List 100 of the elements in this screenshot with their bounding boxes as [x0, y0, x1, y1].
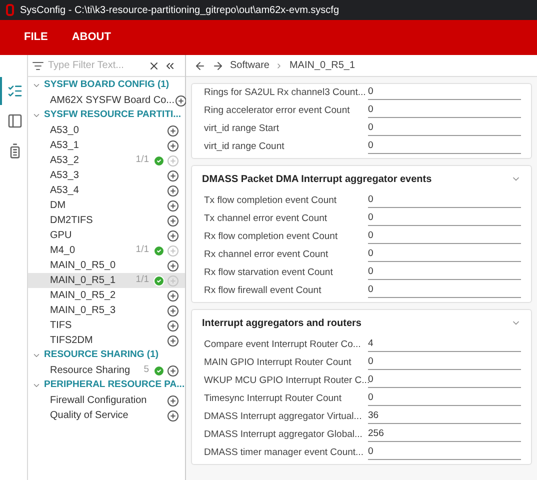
menu-item[interactable]: FILE [24, 29, 48, 46]
sidebar-item[interactable]: MAIN_0_R5_2 [28, 288, 185, 303]
value-field[interactable]: 0 [368, 392, 521, 406]
add-icon[interactable] [167, 184, 179, 196]
value-field[interactable]: 0 [368, 266, 521, 280]
item-label: MAIN_0_R5_3 [50, 304, 116, 318]
sidebar-item[interactable]: M4_0 1/1 [28, 243, 185, 258]
sidebar-item[interactable]: DM [28, 198, 185, 213]
field-label: DMASS Interrupt aggregator Global... [204, 428, 364, 442]
field-label: virt_id range Count [204, 140, 286, 154]
group-header[interactable]: SYSFW BOARD CONFIG (1) [28, 78, 185, 93]
add-icon[interactable] [167, 320, 179, 332]
value-field[interactable]: 36 [368, 410, 521, 424]
item-label: TIFS [50, 319, 72, 333]
field-label: DMASS Interrupt aggregator Virtual... [204, 410, 363, 424]
item-label: A53_2 [50, 154, 79, 168]
add-icon[interactable] [167, 394, 179, 406]
value-field[interactable]: 0 [368, 248, 521, 262]
value-field[interactable]: 256 [368, 428, 521, 442]
sidebar-item[interactable]: A53_4 [28, 183, 185, 198]
sidebar-item[interactable]: TIFS2DM [28, 333, 185, 348]
add-icon[interactable] [167, 140, 179, 152]
section-title: Interrupt aggregators and routers [202, 316, 362, 330]
item-label: DM [50, 199, 66, 213]
item-label: Firewall Configuration [50, 394, 147, 408]
item-count: 1/1 [136, 243, 149, 258]
item-count: 5 [144, 363, 149, 378]
value-field[interactable]: 0 [368, 230, 521, 244]
sidebar-item[interactable]: A53_3 [28, 168, 185, 183]
group-title: SYSFW RESOURCE PARTITI... [44, 108, 182, 122]
value-field[interactable]: 0 [368, 86, 521, 100]
back-icon[interactable] [194, 60, 206, 72]
value-field[interactable]: 0 [368, 194, 521, 208]
field-label: Rings for SA2UL Rx channel3 Count... [204, 86, 367, 100]
sidebar-item[interactable]: DM2TIFS [28, 213, 185, 228]
add-icon[interactable] [167, 364, 179, 376]
item-label: MAIN_0_R5_0 [50, 259, 116, 273]
value-field[interactable]: 0 [368, 446, 521, 460]
field-label: Ring accelerator error event Count [204, 104, 351, 118]
item-label: GPU [50, 229, 72, 243]
add-icon[interactable] [167, 290, 179, 302]
add-icon[interactable] [167, 334, 179, 346]
item-label: A53_1 [50, 139, 79, 153]
value-field[interactable]: 0 [368, 284, 521, 298]
sidebar-item[interactable]: AM62X SYSFW Board Co... [28, 93, 185, 108]
add-icon[interactable] [167, 304, 179, 316]
value-field[interactable]: 0 [368, 140, 521, 154]
sidebar-item[interactable]: Quality of Service [28, 408, 185, 423]
add-icon[interactable] [167, 170, 179, 182]
filter-field[interactable]: Type Filter Text... [48, 58, 144, 73]
add-icon[interactable] [167, 124, 179, 136]
add-icon[interactable] [174, 94, 186, 106]
filter-icon [32, 60, 44, 72]
list-icon [6, 83, 22, 99]
item-label: A53_0 [50, 124, 79, 138]
add-icon[interactable] [167, 214, 179, 226]
add-icon[interactable] [167, 260, 179, 272]
value-field[interactable]: 0 [368, 374, 521, 388]
breadcrumb-link[interactable]: Software [230, 58, 270, 73]
sidebar-item[interactable]: Resource Sharing 5 [28, 363, 185, 378]
sidebar-item[interactable]: A53_0 [28, 123, 185, 138]
sidebar-item[interactable]: GPU [28, 228, 185, 243]
item-label: MAIN_0_R5_2 [50, 289, 116, 303]
item-label: AM62X SYSFW Board Co... [50, 94, 174, 108]
field-label: Compare event Interrupt Router Co... [204, 338, 362, 352]
field-label: Tx channel error event Count [204, 212, 328, 226]
value-field[interactable]: 0 [368, 104, 521, 118]
field-label: Rx flow starvation event Count [204, 266, 334, 280]
group-title: SYSFW BOARD CONFIG (1) [44, 78, 170, 92]
field-label: Rx flow firewall event Count [204, 284, 322, 298]
add-icon[interactable] [167, 410, 179, 422]
item-label: Resource Sharing [50, 364, 130, 378]
field-label: Timesync Interrupt Router Count [204, 392, 342, 406]
sidebar-item[interactable]: TIFS [28, 318, 185, 333]
field-label: MAIN GPIO Interrupt Router Count [204, 356, 352, 370]
add-icon[interactable] [167, 230, 179, 242]
close-icon[interactable] [148, 60, 160, 72]
group-header[interactable]: SYSFW RESOURCE PARTITI... [28, 108, 185, 123]
value-field[interactable]: 0 [368, 356, 521, 370]
item-count: 1/1 [136, 273, 149, 288]
item-label: DM2TIFS [50, 214, 93, 228]
sidebar-item[interactable]: MAIN_0_R5_0 [28, 258, 185, 273]
item-count: 1/1 [136, 153, 149, 168]
value-field[interactable]: 0 [368, 122, 521, 136]
value-field[interactable]: 4 [368, 338, 521, 352]
sidebar-item[interactable]: Firewall Configuration [28, 393, 185, 408]
item-label: A53_3 [50, 169, 79, 183]
add-icon[interactable] [167, 200, 179, 212]
sidebar-item[interactable]: A53_1 [28, 138, 185, 153]
breadcrumb-link[interactable]: MAIN_0_R5_1 [289, 58, 356, 73]
forward-icon[interactable] [212, 60, 224, 72]
app-logo-icon [6, 4, 14, 16]
value-field[interactable]: 0 [368, 212, 521, 226]
menu-item[interactable]: ABOUT [72, 29, 111, 46]
sidebar-item[interactable]: MAIN_0_R5_3 [28, 303, 185, 318]
group-header[interactable]: RESOURCE SHARING (1) [28, 348, 185, 363]
sidebar-item[interactable]: A53_2 1/1 [28, 153, 185, 168]
panel-icon [6, 113, 22, 129]
sidebar-item[interactable]: MAIN_0_R5_1 1/1 [28, 273, 185, 288]
field-label: DMASS timer manager event Count... [204, 446, 364, 460]
